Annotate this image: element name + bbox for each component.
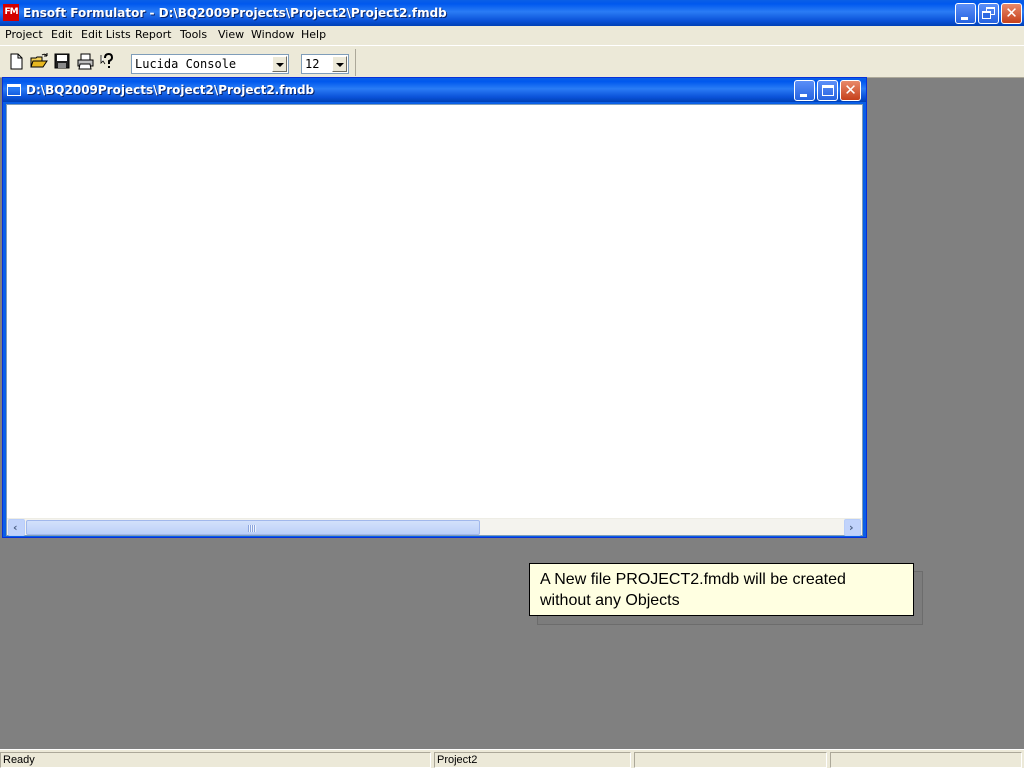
print-icon: [77, 53, 94, 70]
save-icon: [54, 53, 70, 69]
app-titlebar[interactable]: FM Ensoft Formulator - D:\BQ2009Projects…: [0, 0, 1024, 26]
menu-tools[interactable]: Tools: [180, 28, 207, 41]
document-close-button[interactable]: ✕: [840, 80, 861, 101]
document-icon[interactable]: [7, 84, 21, 96]
chevron-down-icon[interactable]: [272, 56, 287, 72]
minimize-icon: [961, 17, 968, 20]
status-pane-3: [634, 752, 827, 768]
status-project: Project2: [434, 752, 631, 768]
help-button[interactable]: [98, 51, 119, 72]
menu-report[interactable]: Report: [135, 28, 171, 41]
help-icon: [100, 52, 114, 68]
document-minimize-button[interactable]: [794, 80, 815, 101]
save-button[interactable]: [52, 51, 73, 72]
status-bar: Ready Project2: [0, 749, 1024, 768]
font-name-value: Lucida Console: [135, 57, 237, 71]
status-text: Ready: [0, 752, 431, 768]
open-button[interactable]: [29, 51, 50, 72]
menu-edit[interactable]: Edit: [51, 28, 72, 41]
font-name-combo[interactable]: Lucida Console: [131, 54, 289, 74]
new-icon: [10, 53, 23, 70]
chevron-down-icon[interactable]: [332, 56, 347, 72]
tooltip-line-2: without any Objects: [540, 592, 680, 609]
editor-area[interactable]: [7, 105, 862, 518]
font-size-combo[interactable]: 12: [301, 54, 349, 74]
menu-view[interactable]: View: [218, 28, 244, 41]
scroll-right-button[interactable]: ›: [844, 519, 861, 536]
menu-edit-lists[interactable]: Edit Lists: [81, 28, 131, 41]
close-icon: ✕: [844, 81, 857, 99]
font-size-value: 12: [305, 57, 320, 71]
document-maximize-button[interactable]: [817, 80, 838, 101]
maximize-icon: [822, 85, 834, 96]
document-window[interactable]: D:\BQ2009Projects\Project2\Project2.fmdb…: [2, 77, 867, 538]
grip-icon: [248, 525, 256, 532]
scroll-left-button[interactable]: ‹: [8, 519, 25, 536]
chevron-right-icon: ›: [849, 521, 854, 534]
close-icon: ✕: [1005, 4, 1018, 22]
app-icon[interactable]: FM: [3, 4, 19, 21]
minimize-button[interactable]: [955, 3, 976, 24]
menu-help[interactable]: Help: [301, 28, 326, 41]
new-button[interactable]: [6, 51, 27, 72]
scroll-thumb[interactable]: [26, 520, 480, 535]
menu-window[interactable]: Window: [251, 28, 294, 41]
document-client: ‹ ›: [6, 104, 863, 536]
app-title: Ensoft Formulator - D:\BQ2009Projects\Pr…: [23, 6, 447, 20]
status-pane-4: [830, 752, 1022, 768]
toolbar: Lucida Console 12: [0, 45, 1024, 78]
minimize-icon: [800, 94, 807, 97]
document-titlebar[interactable]: D:\BQ2009Projects\Project2\Project2.fmdb…: [3, 78, 866, 102]
print-button[interactable]: [75, 51, 96, 72]
menu-bar: Project Edit Edit Lists Report Tools Vie…: [0, 26, 1024, 45]
chevron-left-icon: ‹: [13, 521, 18, 534]
document-title: D:\BQ2009Projects\Project2\Project2.fmdb: [26, 83, 315, 97]
close-button[interactable]: ✕: [1001, 3, 1022, 24]
restore-button[interactable]: [978, 3, 999, 24]
menu-project[interactable]: Project: [5, 28, 43, 41]
tooltip-line-1: A New file PROJECT2.fmdb will be created: [540, 571, 846, 588]
horizontal-scrollbar[interactable]: ‹ ›: [7, 518, 862, 536]
tooltip: A New file PROJECT2.fmdb will be created…: [529, 563, 914, 616]
open-icon: [30, 53, 48, 68]
